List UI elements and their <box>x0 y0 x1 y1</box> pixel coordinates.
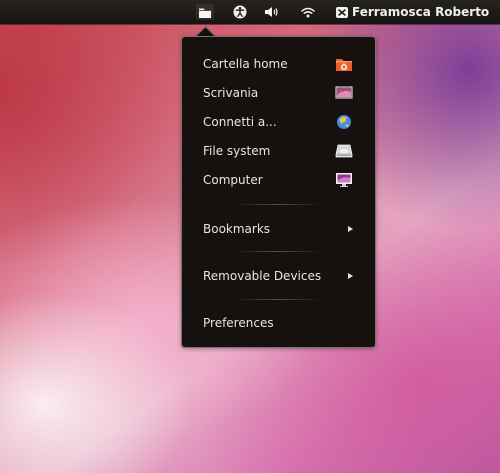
network-globe-icon <box>335 114 353 130</box>
home-folder-icon <box>335 56 353 72</box>
menu-item-label: File system <box>203 144 271 158</box>
menu-item-label: Computer <box>203 173 263 187</box>
menu-item-label: Connetti a... <box>203 115 277 129</box>
places-menu: Cartella home Scrivania Connetti a... Fi… <box>181 36 376 348</box>
menu-item-removable-devices[interactable]: Removable Devices <box>182 264 375 288</box>
menu-item-label: Scrivania <box>203 86 259 100</box>
accessibility-icon[interactable] <box>232 4 248 20</box>
menu-item-label: Cartella home <box>203 57 288 71</box>
user-status-icon[interactable] <box>334 4 350 20</box>
menu-item-scrivania[interactable]: Scrivania <box>182 81 375 105</box>
wifi-icon[interactable] <box>300 4 316 20</box>
drive-icon <box>335 143 353 159</box>
menu-item-cartella-home[interactable]: Cartella home <box>182 52 375 76</box>
desktop-icon <box>335 85 353 101</box>
menu-item-preferences[interactable]: Preferences <box>182 311 375 335</box>
menu-item-label: Bookmarks <box>203 222 271 236</box>
menu-item-file-system[interactable]: File system <box>182 139 375 163</box>
user-name[interactable]: Ferramosca Roberto <box>352 4 489 20</box>
places-icon[interactable] <box>196 4 214 20</box>
menu-separator <box>236 204 322 205</box>
menu-item-bookmarks[interactable]: Bookmarks <box>182 217 375 241</box>
menu-separator <box>236 251 322 252</box>
submenu-arrow-icon <box>348 226 353 232</box>
menu-item-computer[interactable]: Computer <box>182 168 375 192</box>
volume-icon[interactable] <box>264 4 280 20</box>
menu-separator <box>236 299 322 300</box>
menu-item-label: Preferences <box>203 316 274 330</box>
menu-item-label: Removable Devices <box>203 269 322 283</box>
computer-monitor-icon <box>335 172 353 188</box>
menu-item-connetti[interactable]: Connetti a... <box>182 110 375 134</box>
top-panel: Ferramosca Roberto <box>0 0 500 24</box>
submenu-arrow-icon <box>348 273 353 279</box>
desktop-background: Ferramosca Roberto Cartella home Scrivan… <box>0 0 500 473</box>
